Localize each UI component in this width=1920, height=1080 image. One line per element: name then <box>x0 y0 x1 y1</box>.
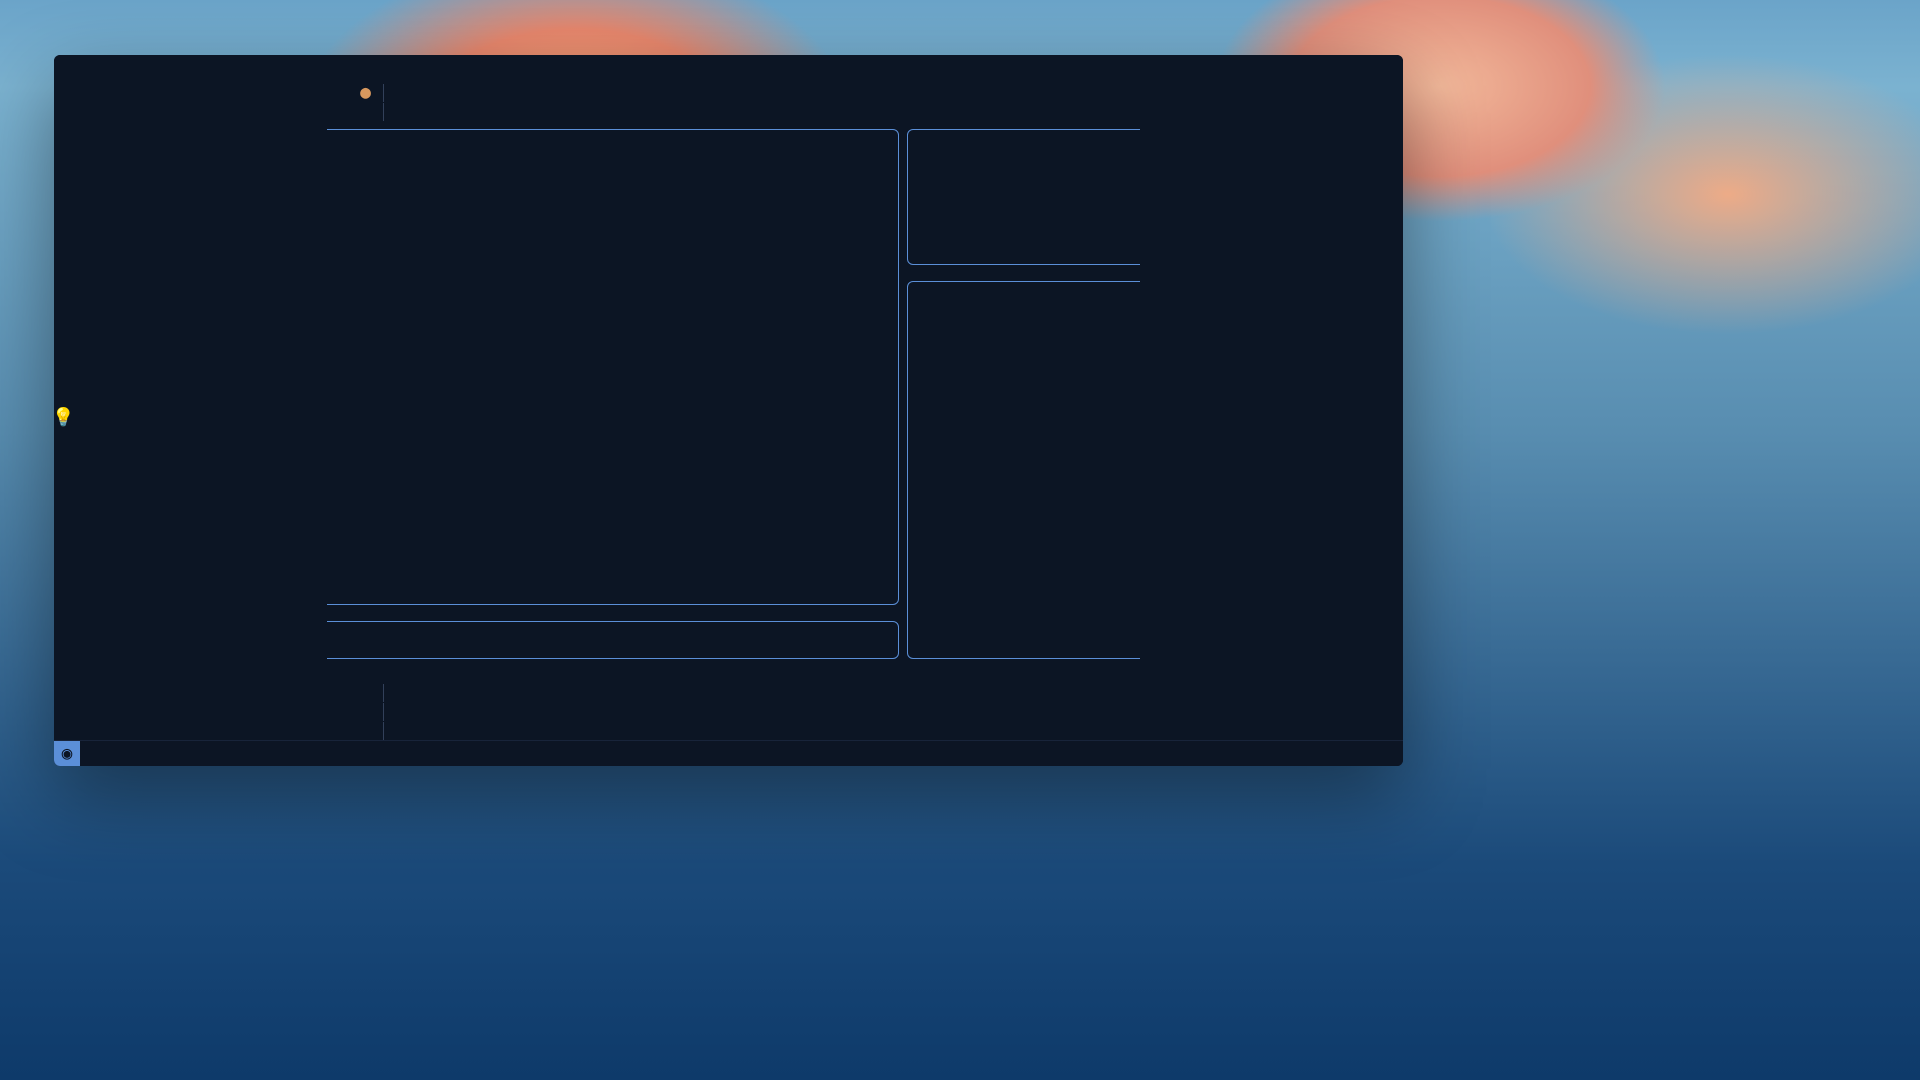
settings-panel[interactable] <box>907 129 1140 265</box>
status-bar: ◉ <box>54 740 1403 766</box>
buffer-tail <box>327 679 1140 740</box>
sessions-panel[interactable] <box>907 281 1140 659</box>
floating-windows <box>327 129 1140 740</box>
lightbulb-icon: 💡 <box>54 407 74 428</box>
code-area[interactable] <box>383 79 1140 129</box>
editor-window: 💡 ● <box>54 55 1403 766</box>
buffer-title-row: ● <box>327 83 371 102</box>
prompt-panel[interactable] <box>327 621 899 659</box>
tab-bar <box>327 55 1140 79</box>
outline-panel[interactable] <box>1140 55 1403 740</box>
chatgpt-content[interactable] <box>327 140 884 594</box>
main-area: ● <box>327 55 1140 740</box>
camera-icon[interactable]: ◉ <box>54 741 80 767</box>
content-area: 💡 ● <box>54 55 1403 740</box>
explorer-panel: 💡 <box>54 55 327 740</box>
buffer-header: ● <box>327 79 1140 129</box>
chatgpt-panel <box>327 129 899 605</box>
file-tree[interactable] <box>54 61 327 740</box>
gutter: ● <box>327 79 383 129</box>
